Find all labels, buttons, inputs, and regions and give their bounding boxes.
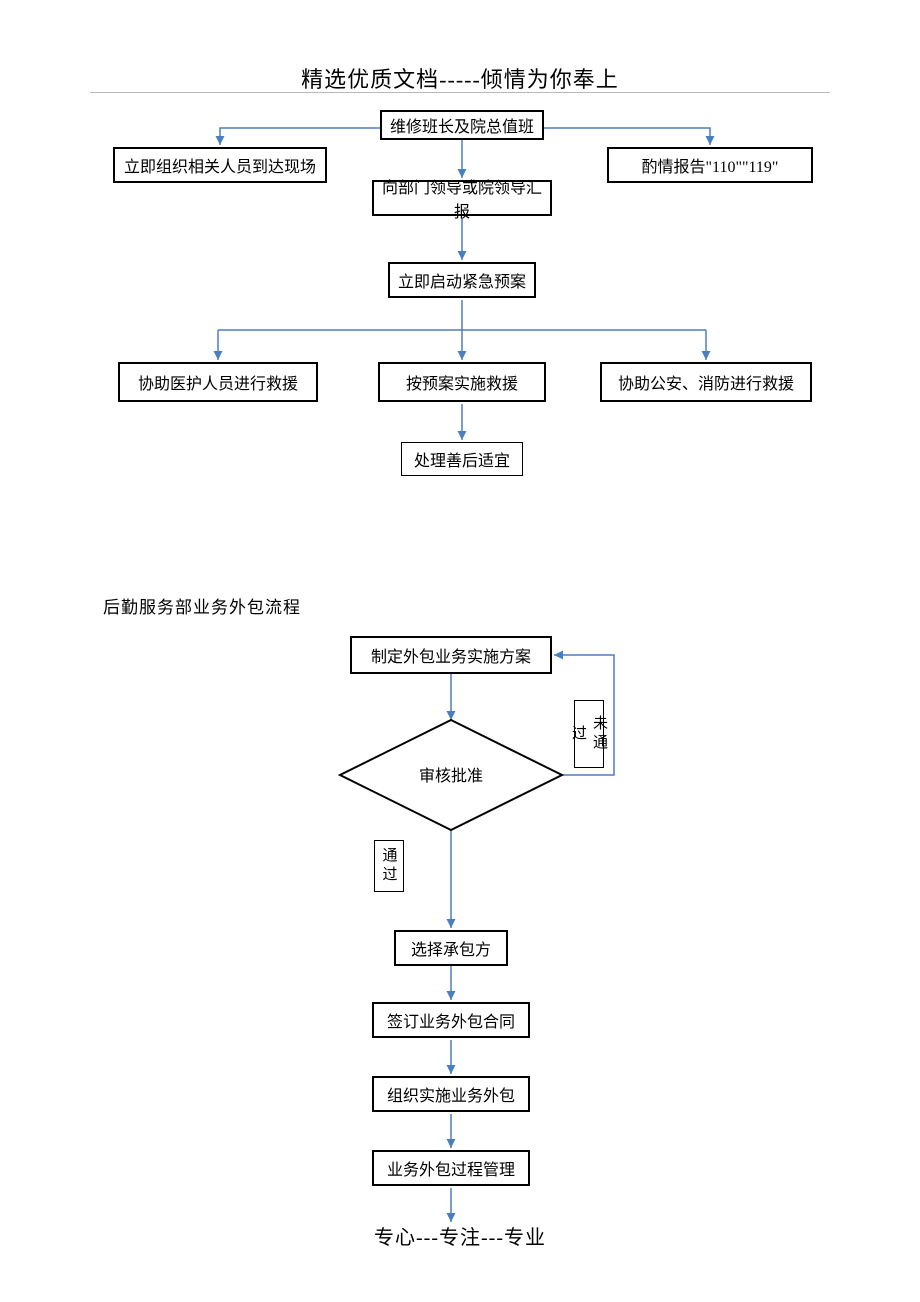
page: 精选优质文档-----倾情为你奉上 维修班长及院总值班 立即组织相关人员到达现场… <box>0 0 920 1302</box>
flow2-node-select: 选择承包方 <box>394 930 508 966</box>
flow2-decision-text: 审核批准 <box>419 767 483 785</box>
flow2-label-no: 未通过 <box>574 700 604 768</box>
flow2-node-implement: 组织实施业务外包 <box>372 1076 530 1112</box>
page-footer: 专心---专注---专业 <box>0 1221 920 1250</box>
flow2-label-yes: 通过 <box>374 840 404 892</box>
flow2-node-contract: 签订业务外包合同 <box>372 1002 530 1038</box>
flow2-node-manage: 业务外包过程管理 <box>372 1150 530 1186</box>
flow2-node-plan: 制定外包业务实施方案 <box>350 636 552 674</box>
